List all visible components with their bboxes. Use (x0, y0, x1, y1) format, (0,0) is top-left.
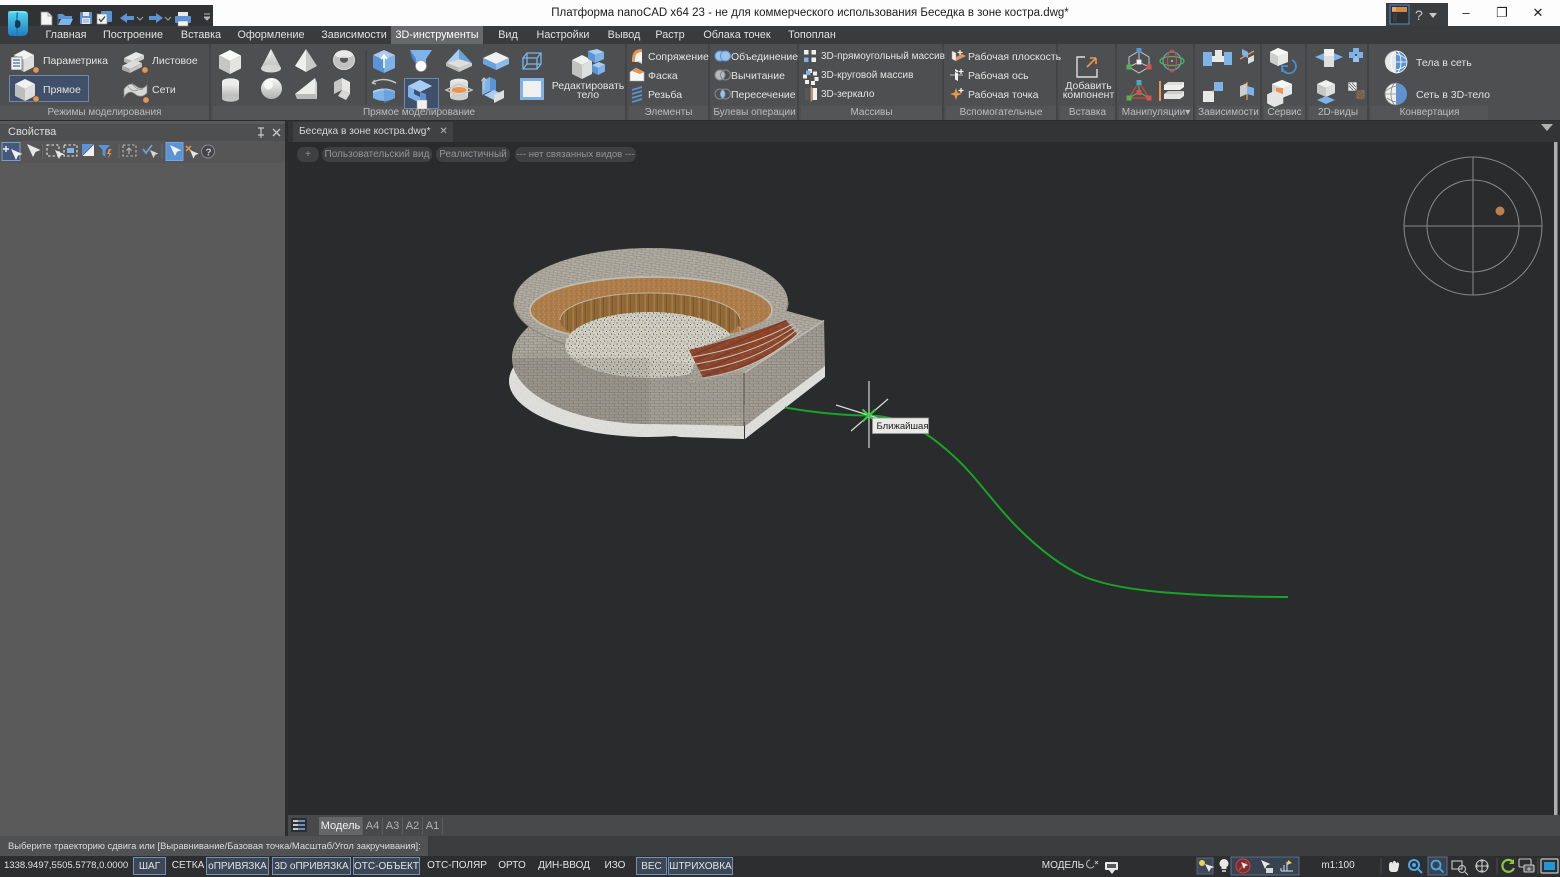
svg-text:?: ? (206, 148, 212, 159)
svg-text:?: ? (1415, 7, 1423, 23)
svg-text:Ближайшая: Ближайшая (877, 421, 929, 432)
